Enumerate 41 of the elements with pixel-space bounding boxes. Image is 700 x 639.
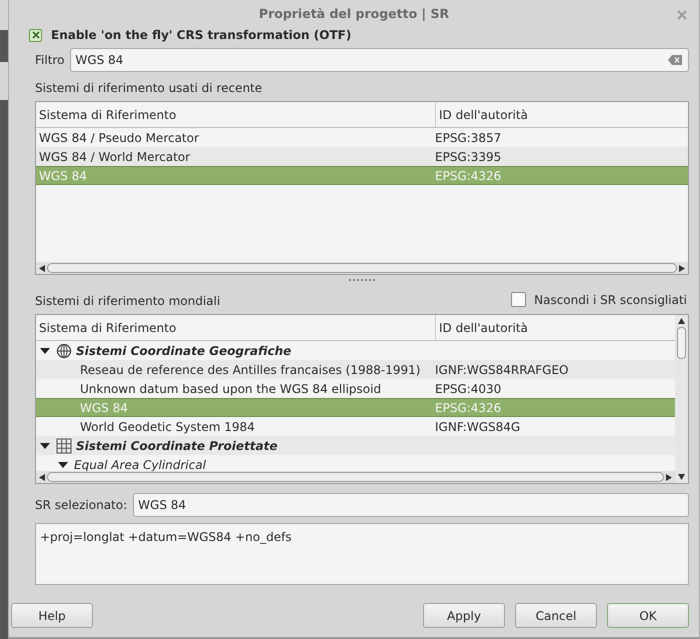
- filter-field[interactable]: WGS 84: [70, 48, 689, 72]
- dialog-button[interactable]: Apply: [423, 603, 505, 628]
- otf-checkbox[interactable]: [29, 28, 42, 42]
- globe-icon: [56, 342, 72, 358]
- hide-deprecated-checkbox[interactable]: [511, 292, 526, 307]
- scroll-thumb[interactable]: [677, 327, 686, 359]
- help-button[interactable]: Help: [11, 603, 93, 628]
- horizontal-scrollbar[interactable]: [36, 262, 688, 274]
- scroll-thumb[interactable]: [47, 263, 677, 273]
- otf-label: Enable 'on the fly' CRS transformation (OTF): [51, 28, 352, 42]
- section-label: Sistemi di riferimento usati di recente: [35, 80, 264, 97]
- filter-label: Filtro: [35, 53, 64, 67]
- vertical-scrollbar[interactable]: [675, 315, 688, 483]
- column-header[interactable]: Sistema di Riferimento: [36, 102, 436, 127]
- scroll-right-icon[interactable]: [666, 474, 672, 480]
- clear-icon[interactable]: [668, 55, 682, 65]
- dialog-button[interactable]: Cancel: [515, 603, 597, 628]
- scroll-right-icon[interactable]: [679, 264, 685, 272]
- expand-arrow-icon[interactable]: [58, 460, 68, 468]
- table-row[interactable]: WGS 84 / World Mercator EPSG:3395: [36, 147, 688, 166]
- column-header[interactable]: Sistema di Riferimento: [36, 315, 436, 340]
- section-label: Sistemi di riferimento mondiali: [35, 293, 220, 310]
- window-title: Proprietà del progetto | SR: [258, 6, 450, 20]
- expand-arrow-icon[interactable]: [40, 442, 50, 450]
- scroll-left-icon[interactable]: [39, 264, 45, 272]
- column-header[interactable]: ID dell'autorità: [436, 315, 675, 340]
- scroll-thumb[interactable]: [47, 472, 664, 482]
- selected-crs-label: SR selezionato:: [35, 498, 128, 512]
- proj-string-box[interactable]: +proj=longlat +datum=WGS84 +no_defs: [35, 523, 689, 585]
- selected-crs-field[interactable]: WGS 84: [133, 493, 689, 517]
- checkbox-label: Nascondi i SR sconsigliati: [534, 292, 687, 306]
- horizontal-scrollbar[interactable]: [36, 471, 675, 483]
- dialog-button[interactable]: OK: [607, 603, 689, 628]
- expand-arrow-icon[interactable]: [40, 346, 50, 354]
- scroll-left-icon[interactable]: [39, 474, 45, 480]
- scroll-up-icon[interactable]: [678, 318, 685, 324]
- tree-row[interactable]: Reseau de reference des Antilles francaises (1988-1991) IGNF:WGS84RRAFGEO: [36, 360, 675, 379]
- grid-icon: [56, 438, 72, 454]
- column-header[interactable]: ID dell'autorità: [436, 102, 688, 127]
- scroll-down-icon[interactable]: [678, 474, 685, 480]
- tree-row[interactable]: Sistemi Coordinate Proiettate: [36, 436, 675, 455]
